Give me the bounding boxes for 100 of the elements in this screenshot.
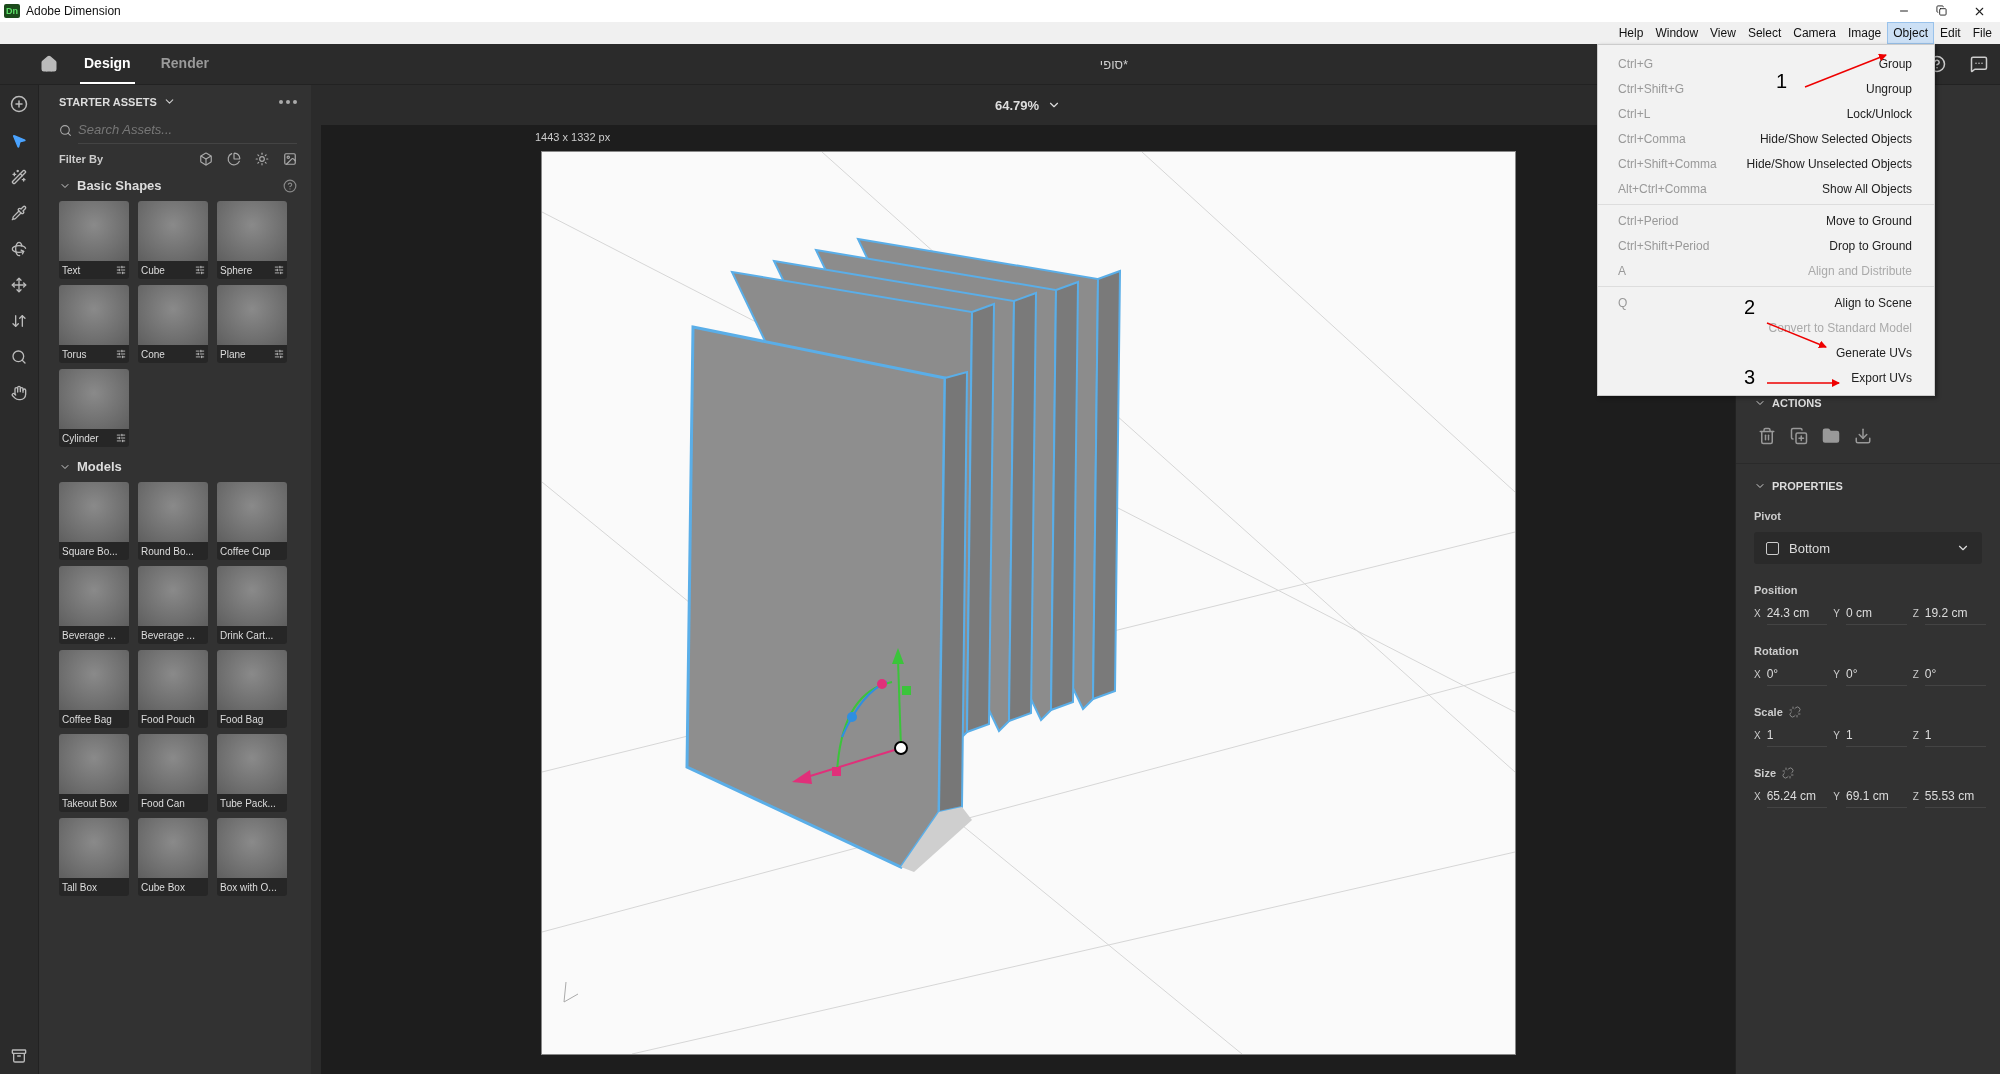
- value-field[interactable]: 1: [1766, 724, 1828, 747]
- menu-entry[interactable]: Move to Ground: [1825, 213, 1912, 228]
- eyedropper-icon[interactable]: [11, 205, 27, 221]
- zoom-icon[interactable]: [11, 349, 27, 365]
- value-field[interactable]: 0 cm: [1846, 602, 1907, 625]
- zoom-dropdown[interactable]: 64.79%: [994, 97, 1062, 113]
- trash-icon[interactable]: [1758, 427, 1776, 445]
- search-field[interactable]: Search Assets...: [78, 116, 297, 144]
- menu-item[interactable]: Object: [1887, 22, 1934, 44]
- move-icon[interactable]: [11, 277, 27, 293]
- asset-tile[interactable]: Tube Pack...: [217, 734, 287, 812]
- menu-item[interactable]: Image: [1841, 22, 1888, 44]
- menu-entry[interactable]: Group: [1878, 56, 1912, 71]
- asset-tile[interactable]: Box with O...: [217, 818, 287, 896]
- asset-tile[interactable]: Sphere: [217, 201, 287, 279]
- value-field[interactable]: 1: [1846, 724, 1907, 747]
- menu-entry[interactable]: Ungroup: [1865, 81, 1912, 96]
- value-field[interactable]: 0°: [1924, 663, 1986, 686]
- asset-tile[interactable]: Cone: [138, 285, 208, 363]
- value-field[interactable]: 65.24 cm: [1766, 785, 1828, 808]
- value-field[interactable]: 1: [1924, 724, 1986, 747]
- settings-icon[interactable]: [274, 265, 284, 275]
- app-logo: Dn: [4, 4, 20, 18]
- add-icon[interactable]: [10, 95, 28, 113]
- menu-item[interactable]: Select: [1741, 22, 1788, 44]
- asset-tile[interactable]: Food Can: [138, 734, 208, 812]
- image-icon[interactable]: [283, 152, 297, 166]
- menu-item[interactable]: Edit: [1933, 22, 1967, 44]
- tab[interactable]: Render: [156, 44, 213, 84]
- settings-icon[interactable]: [274, 349, 284, 359]
- value-field[interactable]: 19.2 cm: [1924, 602, 1986, 625]
- magic-wand-icon[interactable]: [11, 169, 27, 185]
- orbit-icon[interactable]: [11, 241, 27, 257]
- value-field[interactable]: 24.3 cm: [1766, 602, 1828, 625]
- dolly-icon[interactable]: [11, 313, 27, 329]
- home-icon[interactable]: [40, 55, 58, 73]
- asset-tile[interactable]: Round Bo...: [138, 482, 208, 560]
- menu-entry[interactable]: Drop to Ground: [1829, 238, 1912, 253]
- asset-tile[interactable]: Drink Cart...: [217, 566, 287, 644]
- asset-tile[interactable]: Text: [59, 201, 129, 279]
- asset-tile[interactable]: Coffee Cup: [217, 482, 287, 560]
- menu-entry[interactable]: Generate UVs: [1835, 345, 1912, 360]
- asset-tile[interactable]: Square Bo...: [59, 482, 129, 560]
- value-field[interactable]: 55.53 cm: [1924, 785, 1986, 808]
- settings-icon[interactable]: [116, 349, 126, 359]
- thumbnail-placeholder: [217, 201, 287, 261]
- settings-icon[interactable]: [116, 265, 126, 275]
- menu-entry[interactable]: Export UVs: [1851, 370, 1912, 385]
- axis-label: X: [1754, 669, 1761, 680]
- settings-icon[interactable]: [195, 349, 205, 359]
- select-arrow-icon[interactable]: [11, 133, 27, 149]
- pivot-dropdown[interactable]: Bottom: [1754, 532, 1982, 564]
- menu-entry[interactable]: Lock/Unlock: [1846, 106, 1912, 121]
- duplicate-icon[interactable]: [1790, 427, 1808, 445]
- asset-tile[interactable]: Plane: [217, 285, 287, 363]
- shortcut-label: Q: [1618, 295, 1628, 310]
- menu-entry[interactable]: Align to Scene: [1834, 295, 1912, 310]
- unlink-icon[interactable]: [1782, 767, 1794, 779]
- menu-item[interactable]: Help: [1612, 22, 1650, 44]
- axis-label: Y: [1833, 791, 1840, 802]
- menu-item[interactable]: Window: [1649, 22, 1705, 44]
- material-icon[interactable]: [227, 152, 241, 166]
- hand-icon[interactable]: [11, 385, 27, 401]
- settings-icon[interactable]: [116, 433, 126, 443]
- asset-tile[interactable]: Beverage ...: [138, 566, 208, 644]
- scene-canvas[interactable]: [540, 151, 1516, 1055]
- section-title: Basic Shapes: [77, 178, 162, 193]
- cube-icon[interactable]: [199, 152, 213, 166]
- asset-tile[interactable]: Cube: [138, 201, 208, 279]
- menu-item[interactable]: File: [1966, 22, 1998, 44]
- menu-entry[interactable]: Hide/Show Selected Objects: [1759, 131, 1912, 146]
- asset-label: Food Bag: [220, 713, 265, 725]
- menu-item[interactable]: Camera: [1787, 22, 1842, 44]
- menu-entry[interactable]: Show All Objects: [1821, 181, 1912, 196]
- asset-tile[interactable]: Cylinder: [59, 369, 129, 447]
- asset-label: Takeout Box: [62, 797, 119, 809]
- asset-tile[interactable]: Food Pouch: [138, 650, 208, 728]
- folder-icon[interactable]: [1822, 427, 1840, 445]
- chat-icon[interactable]: [1970, 55, 1988, 73]
- unlink-icon[interactable]: [1788, 706, 1801, 718]
- asset-tile[interactable]: Beverage ...: [59, 566, 129, 644]
- settings-icon[interactable]: [195, 265, 205, 275]
- asset-tile[interactable]: Torus: [59, 285, 129, 363]
- menu-entry[interactable]: Hide/Show Unselected Objects: [1746, 156, 1912, 171]
- archive-icon[interactable]: [11, 1048, 27, 1064]
- download-icon[interactable]: [1854, 427, 1872, 445]
- asset-tile[interactable]: Food Bag: [217, 650, 287, 728]
- restore-icon[interactable]: [1936, 4, 1947, 16]
- panel-title[interactable]: STARTER ASSETS: [59, 95, 157, 108]
- asset-tile[interactable]: Cube Box: [138, 818, 208, 896]
- light-icon[interactable]: [255, 152, 269, 166]
- asset-tile[interactable]: Coffee Bag: [59, 650, 129, 728]
- annotation-number: 1: [1776, 70, 1788, 93]
- value-field[interactable]: 69.1 cm: [1846, 785, 1907, 808]
- value-field[interactable]: 0°: [1766, 663, 1828, 686]
- value-field[interactable]: 0°: [1846, 663, 1907, 686]
- menu-item[interactable]: View: [1704, 22, 1742, 44]
- more-icon[interactable]: [279, 99, 297, 104]
- asset-tile[interactable]: Tall Box: [59, 818, 129, 896]
- asset-tile[interactable]: Takeout Box: [59, 734, 129, 812]
